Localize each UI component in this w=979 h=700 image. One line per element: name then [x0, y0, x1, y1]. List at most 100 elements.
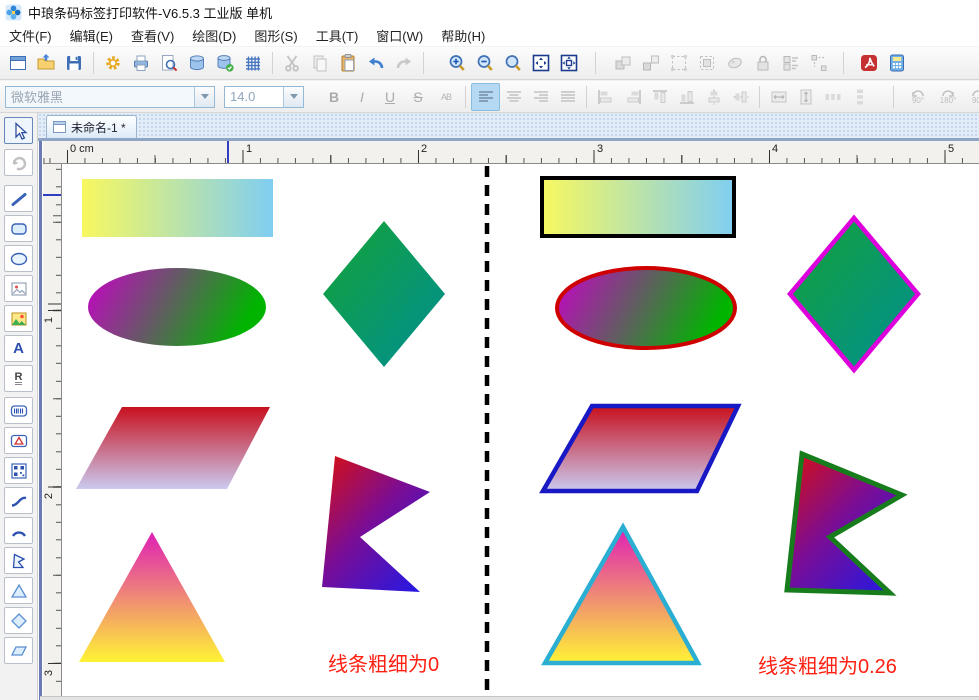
picture-tool-button[interactable] [4, 305, 33, 332]
menu-draw[interactable]: 绘图(D) [183, 26, 245, 45]
align-left-edges-button[interactable] [592, 84, 619, 110]
qrcode-tool-button[interactable] [4, 457, 33, 484]
redo-button[interactable] [390, 50, 418, 76]
group-button[interactable] [609, 50, 637, 76]
polygon-tool-button[interactable] [4, 547, 33, 574]
rotate-180-button[interactable]: 180° [933, 84, 963, 110]
diamond-tool-button[interactable] [4, 607, 33, 634]
pdf417-tool-button[interactable] [4, 427, 33, 454]
distribute-button[interactable] [805, 50, 833, 76]
design-canvas[interactable]: 线条粗细为0 线条粗细为0.26 [62, 164, 979, 700]
undo-button[interactable] [362, 50, 390, 76]
grid-settings-button[interactable] [239, 50, 267, 76]
rotate-90-button[interactable]: 90° [903, 84, 933, 110]
font-family-select[interactable]: 微软雅黑 [5, 86, 215, 108]
zoom-tool-button[interactable] [499, 50, 527, 76]
italic-button[interactable]: I [348, 84, 376, 110]
equal-vspacing-button[interactable] [846, 84, 873, 110]
triangle-tool-button[interactable] [4, 577, 33, 604]
right-annotation-text[interactable]: 线条粗细为0.26 [758, 650, 897, 679]
settings-button[interactable] [99, 50, 127, 76]
menu-tools[interactable]: 工具(T) [307, 26, 368, 45]
underline-button[interactable]: U [376, 84, 404, 110]
shape-parallelogram-border[interactable] [543, 406, 738, 491]
align-center-vertical-button[interactable] [727, 84, 754, 110]
equal-width-button[interactable] [765, 84, 792, 110]
shape-parallelogram-noborder[interactable] [76, 407, 270, 489]
database-button[interactable] [183, 50, 211, 76]
deselect-button[interactable] [693, 50, 721, 76]
menu-edit[interactable]: 编辑(E) [61, 26, 122, 45]
rounded-rect-tool-button[interactable] [4, 215, 33, 242]
shape-rectangle-border[interactable] [542, 178, 734, 236]
shape-diamond-border[interactable] [790, 218, 918, 370]
new-document-button[interactable] [4, 50, 32, 76]
equal-hspacing-button[interactable] [819, 84, 846, 110]
rotate-270-button[interactable]: 90° [963, 84, 979, 110]
image-frame-tool-button[interactable] [4, 275, 33, 302]
parallelogram-tool-button[interactable] [4, 637, 33, 664]
shape-triangle-border[interactable] [545, 527, 698, 663]
select-all-button[interactable] [665, 50, 693, 76]
shape-flag-border[interactable] [787, 454, 902, 593]
print-preview-button[interactable] [155, 50, 183, 76]
shape-rectangle-noborder[interactable] [82, 179, 273, 237]
arc-tool-button[interactable] [4, 517, 33, 544]
print-button[interactable] [127, 50, 155, 76]
database-icon [187, 53, 207, 73]
copy-button[interactable] [306, 50, 334, 76]
ellipse-tool-button[interactable] [4, 245, 33, 272]
menu-file[interactable]: 文件(F) [0, 26, 61, 45]
text-align-right-button[interactable] [527, 84, 554, 110]
shape-diamond-noborder[interactable] [323, 221, 445, 367]
shape-ellipse-border[interactable] [557, 268, 735, 348]
text-align-center-button[interactable] [500, 84, 527, 110]
zoom-in-button[interactable] [443, 50, 471, 76]
shape-flag-noborder[interactable] [322, 456, 430, 592]
barcode-tool-button[interactable] [4, 397, 33, 424]
zoom-out-button[interactable] [471, 50, 499, 76]
strikethrough-button[interactable]: S [404, 84, 432, 110]
toolbar-separator [93, 52, 94, 74]
pdf-export-button[interactable] [855, 50, 883, 76]
database-connect-button[interactable] [211, 50, 239, 76]
menu-shape[interactable]: 图形(S) [245, 26, 306, 45]
text-align-left-button[interactable] [471, 83, 500, 111]
ungroup-button[interactable] [637, 50, 665, 76]
data-calculator-button[interactable] [883, 50, 911, 76]
lock-button[interactable] [749, 50, 777, 76]
align-right-edges-button[interactable] [619, 84, 646, 110]
curve-tool-button[interactable] [4, 487, 33, 514]
chevron-down-icon[interactable] [283, 87, 303, 107]
document-tab[interactable]: 未命名-1 * [46, 115, 137, 138]
paste-button[interactable] [334, 50, 362, 76]
font-size-select[interactable]: 14.0 [224, 86, 304, 108]
text-align-justify-button[interactable] [554, 84, 581, 110]
equal-height-button[interactable] [792, 84, 819, 110]
fit-window-button[interactable] [555, 50, 583, 76]
left-annotation-text[interactable]: 线条粗细为0 [328, 648, 439, 677]
line-tool-button[interactable] [4, 185, 33, 212]
menu-help[interactable]: 帮助(H) [432, 26, 494, 45]
fit-selection-button[interactable] [527, 50, 555, 76]
save-button[interactable] [60, 50, 88, 76]
select-tool-button[interactable] [4, 117, 33, 144]
align-bottom-edges-button[interactable] [673, 84, 700, 110]
rotate-tool-button[interactable] [4, 149, 33, 176]
superscript-button[interactable]: AB [432, 84, 460, 110]
center-horizontal-icon [706, 89, 722, 105]
shape-triangle-noborder[interactable] [79, 532, 225, 662]
cut-button[interactable] [278, 50, 306, 76]
rich-text-tool-button[interactable]: R [4, 365, 33, 392]
align-options-button[interactable] [777, 50, 805, 76]
align-top-edges-button[interactable] [646, 84, 673, 110]
shape-ellipse-noborder[interactable] [88, 268, 266, 346]
menu-view[interactable]: 查看(V) [122, 26, 183, 45]
chevron-down-icon[interactable] [194, 87, 214, 107]
align-center-horizontal-button[interactable] [700, 84, 727, 110]
menu-window[interactable]: 窗口(W) [367, 26, 432, 45]
open-button[interactable] [32, 50, 60, 76]
bold-button[interactable]: B [320, 84, 348, 110]
text-tool-button[interactable]: A [4, 335, 33, 362]
format-painter-button[interactable] [721, 50, 749, 76]
